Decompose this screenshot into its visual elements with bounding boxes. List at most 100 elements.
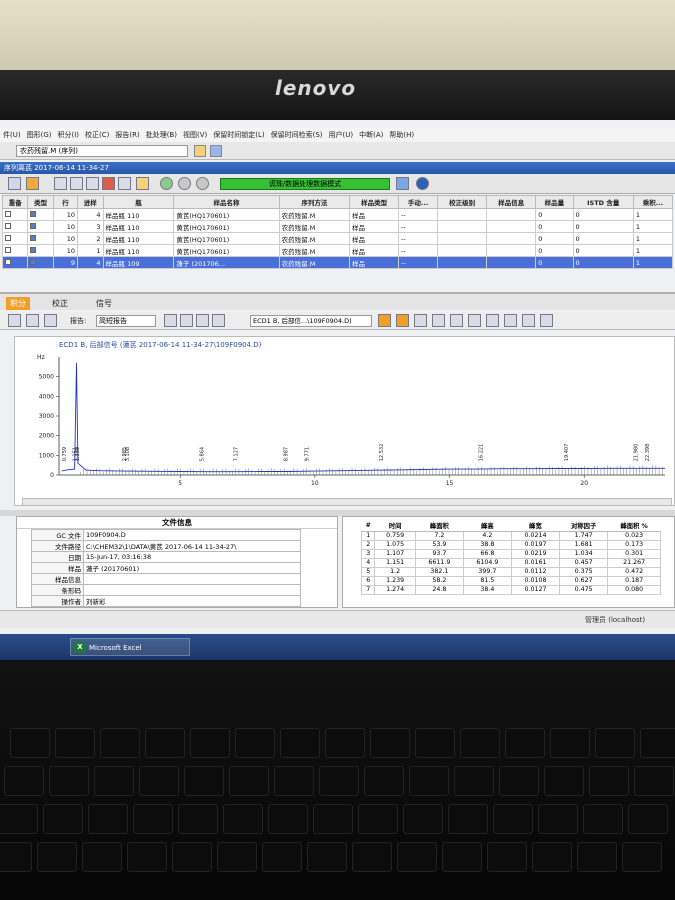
- table-cell[interactable]: [437, 244, 488, 257]
- peak-column-header[interactable]: 峰面积: [415, 521, 464, 532]
- undo-icon[interactable]: [504, 314, 517, 327]
- table-cell[interactable]: [437, 208, 488, 221]
- table-cell[interactable]: --: [398, 256, 439, 269]
- peak-row[interactable]: 7 1.274 24.8 38.4 0.0127 0.475 0.080: [360, 584, 661, 595]
- close-icon[interactable]: [540, 314, 553, 327]
- expand-cell[interactable]: [1, 256, 29, 269]
- peak-column-header[interactable]: 峰面积 %: [607, 521, 661, 532]
- table-cell[interactable]: [486, 232, 537, 245]
- table-cell[interactable]: 样品瓶 110: [102, 244, 175, 257]
- table-cell[interactable]: 农药残留.M: [278, 244, 351, 257]
- cursor-icon[interactable]: [414, 314, 427, 327]
- table-cell[interactable]: 0: [535, 220, 574, 233]
- table-cell[interactable]: [486, 220, 537, 233]
- table-cell[interactable]: 9: [52, 256, 79, 269]
- table-cell[interactable]: --: [398, 232, 439, 245]
- tab-integration[interactable]: 积分: [6, 297, 30, 310]
- menu-item[interactable]: 校正(C): [82, 128, 112, 142]
- baseline-icon[interactable]: [432, 314, 445, 327]
- menu-item[interactable]: 图形(G): [24, 128, 55, 142]
- method-select[interactable]: 农药残留.M (序列): [16, 145, 188, 157]
- peak-row[interactable]: 4 1.151 6611.9 6104.9 0.0161 0.457 21.267: [360, 557, 661, 568]
- column-header[interactable]: 校正级别: [437, 195, 488, 209]
- pause-icon[interactable]: [196, 177, 209, 190]
- preview-icon[interactable]: [164, 314, 177, 327]
- column-header[interactable]: 样品类型: [349, 195, 400, 209]
- table-cell[interactable]: 农药残留.M: [278, 256, 351, 269]
- column-header[interactable]: 重备: [1, 195, 29, 209]
- table-cell[interactable]: --: [398, 220, 439, 233]
- table-cell[interactable]: 0: [535, 256, 574, 269]
- menu-item[interactable]: 积分(I): [54, 128, 82, 142]
- table-cell[interactable]: 样品瓶 110: [102, 232, 175, 245]
- table-cell[interactable]: [437, 220, 488, 233]
- peak-row[interactable]: 6 1.239 58.2 81.5 0.0108 0.627 0.187: [360, 575, 661, 586]
- table-cell[interactable]: 黄芪(HQ170601): [173, 208, 280, 221]
- menu-item[interactable]: 件(U): [0, 128, 24, 142]
- menu-item[interactable]: 视图(V): [180, 128, 210, 142]
- chart-scrollbar[interactable]: [22, 498, 672, 506]
- column-header[interactable]: 瓶: [102, 195, 175, 209]
- edit-icon[interactable]: [26, 314, 39, 327]
- table-cell[interactable]: 样品: [349, 208, 400, 221]
- table-cell[interactable]: --: [398, 208, 439, 221]
- table-cell[interactable]: 2: [77, 232, 104, 245]
- column-header[interactable]: 样品名称: [173, 195, 280, 209]
- peak-row[interactable]: 1 0.759 7.2 4.2 0.0214 1.747 0.023: [360, 530, 661, 541]
- column-header[interactable]: ISTD 含量: [572, 195, 634, 209]
- table-cell[interactable]: 1: [632, 232, 674, 245]
- save-as-icon[interactable]: [86, 177, 99, 190]
- table-cell[interactable]: 黄芪(HQ170601): [173, 232, 280, 245]
- table-row[interactable]: 10 3 样品瓶 110 黄芪(HQ170601) 农药残留.M 样品 -- 0 0 1: [1, 220, 674, 233]
- table-cell[interactable]: 样品瓶 110: [102, 208, 175, 221]
- table-cell[interactable]: 样品: [349, 244, 400, 257]
- tab-signal[interactable]: 信号: [92, 297, 116, 310]
- peak-icon[interactable]: [450, 314, 463, 327]
- table-row[interactable]: 10 4 样品瓶 110 黄芪(HQ170601) 农药残留.M 样品 -- 0 0 1: [1, 208, 674, 221]
- expand-cell[interactable]: [1, 244, 29, 257]
- table-cell[interactable]: 农药残留.M: [278, 208, 351, 221]
- menu-item[interactable]: 中断(A): [356, 128, 386, 142]
- table-cell[interactable]: 1: [77, 244, 104, 257]
- table-cell[interactable]: 0: [572, 256, 634, 269]
- expand-icon[interactable]: [5, 210, 11, 217]
- help-icon[interactable]: [416, 177, 429, 190]
- table-cell[interactable]: 0: [535, 208, 574, 221]
- table-cell[interactable]: [437, 256, 488, 269]
- expand-cell[interactable]: [1, 208, 29, 221]
- table-row[interactable]: 10 1 样品瓶 110 黄芪(HQ170601) 农药残留.M 样品 -- 0 0 1: [1, 244, 674, 257]
- menu-item[interactable]: 帮助(H): [386, 128, 417, 142]
- table-cell[interactable]: 样品: [349, 220, 400, 233]
- table-cell[interactable]: 蓮子 (201706...: [173, 256, 280, 269]
- expand-icon[interactable]: [5, 234, 11, 241]
- table-cell[interactable]: [486, 208, 537, 221]
- table-cell[interactable]: 3: [77, 220, 104, 233]
- table-cell[interactable]: 1: [632, 220, 674, 233]
- table-cell[interactable]: 农药残留.M: [278, 220, 351, 233]
- table-cell[interactable]: 4: [77, 208, 104, 221]
- peak-column-header[interactable]: 时间: [374, 521, 416, 532]
- column-header[interactable]: 样品量: [535, 195, 574, 209]
- menu-item[interactable]: 保留时间检索(S): [268, 128, 326, 142]
- report-select[interactable]: 简短报告: [96, 315, 156, 327]
- folder-icon[interactable]: [136, 177, 149, 190]
- table-cell[interactable]: 4: [77, 256, 104, 269]
- table-cell[interactable]: 1: [632, 208, 674, 221]
- table-cell[interactable]: 1: [632, 244, 674, 257]
- table-cell[interactable]: [437, 232, 488, 245]
- table-cell[interactable]: 样品瓶 109: [102, 256, 175, 269]
- table-cell[interactable]: 黄芪(HQ170601): [173, 244, 280, 257]
- menu-item[interactable]: 报告(R): [112, 128, 142, 142]
- expand-icon[interactable]: [5, 258, 11, 265]
- table-cell[interactable]: 0: [572, 220, 634, 233]
- arrow-icon[interactable]: [396, 177, 409, 190]
- expand-icon[interactable]: [5, 246, 11, 253]
- table-cell[interactable]: 农药残留.M: [278, 232, 351, 245]
- column-header[interactable]: 样品信息: [486, 195, 537, 209]
- refresh-icon[interactable]: [210, 145, 222, 157]
- table-cell[interactable]: 样品: [349, 256, 400, 269]
- table-icon[interactable]: [8, 177, 21, 190]
- tab-calibration[interactable]: 校正: [48, 297, 72, 310]
- table-cell[interactable]: --: [398, 244, 439, 257]
- taskbar-excel-button[interactable]: X Microsoft Excel: [70, 638, 190, 656]
